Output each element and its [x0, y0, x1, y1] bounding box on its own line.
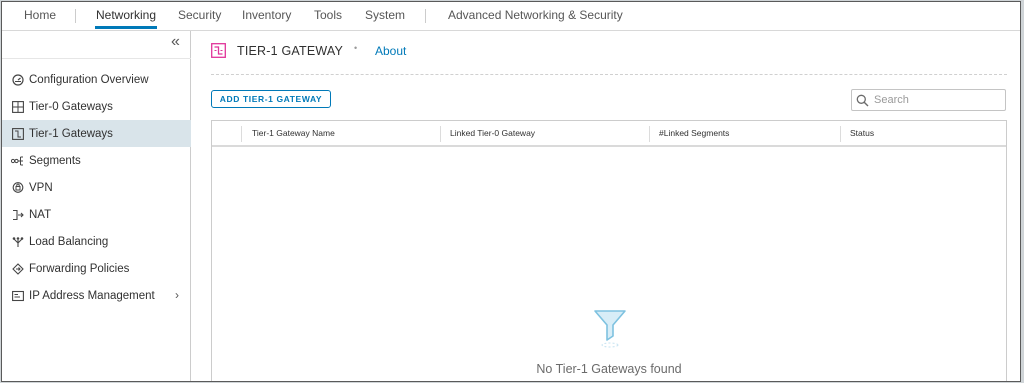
ip-address-icon — [11, 289, 24, 302]
column-separator[interactable] — [440, 126, 441, 142]
chevron-right-icon[interactable]: › — [175, 288, 179, 302]
sidebar-item-forwarding-policies[interactable]: Forwarding Policies — [2, 255, 191, 282]
sidebar-item-label: IP Address Management — [29, 289, 155, 302]
gateways-table: Tier-1 Gateway Name Linked Tier-0 Gatewa… — [211, 120, 1007, 381]
sidebar-item-label: Forwarding Policies — [29, 262, 130, 275]
app-window: Home Networking Security Inventory Tools… — [1, 1, 1021, 382]
forwarding-policies-icon — [11, 262, 24, 275]
tab-tools[interactable]: Tools — [314, 8, 342, 22]
tier1-gateway-header-icon — [211, 43, 226, 58]
top-navigation: Home Networking Security Inventory Tools… — [2, 2, 1020, 31]
page-title: TIER-1 GATEWAY — [237, 44, 344, 58]
column-separator[interactable] — [649, 126, 650, 142]
tab-system[interactable]: System — [365, 8, 405, 22]
column-header-name[interactable]: Tier-1 Gateway Name — [252, 128, 335, 138]
sidebar-item-label: Configuration Overview — [29, 73, 149, 86]
search-box[interactable] — [851, 89, 1006, 111]
column-header-linked-tier0[interactable]: Linked Tier-0 Gateway — [450, 128, 535, 138]
tab-networking[interactable]: Networking — [96, 8, 156, 22]
column-header-status[interactable]: Status — [850, 128, 874, 138]
empty-filter-icon — [593, 308, 627, 348]
segments-icon — [11, 154, 24, 167]
tier0-gateway-icon — [11, 100, 24, 113]
sidebar-item-segments[interactable]: Segments — [2, 147, 191, 174]
sidebar-item-vpn[interactable]: VPN — [2, 174, 191, 201]
sidebar-item-label: Tier-1 Gateways — [29, 127, 113, 140]
title-separator: • — [354, 43, 358, 53]
sidebar-divider — [2, 58, 191, 59]
sidebar-item-ip-address-management[interactable]: IP Address Management › — [2, 282, 191, 309]
column-separator — [241, 126, 242, 142]
sidebar-item-tier1-gateways[interactable]: Tier-1 Gateways — [2, 120, 191, 147]
double-chevron-left-icon[interactable]: « — [171, 34, 180, 50]
table-header: Tier-1 Gateway Name Linked Tier-0 Gatewa… — [212, 121, 1006, 147]
sidebar-item-configuration-overview[interactable]: Configuration Overview — [2, 66, 191, 93]
empty-state-message: No Tier-1 Gateways found — [536, 362, 682, 376]
overview-icon — [11, 73, 24, 86]
nav-separator — [75, 9, 76, 23]
nav-separator — [425, 9, 426, 23]
column-separator[interactable] — [840, 126, 841, 142]
active-tab-indicator — [95, 26, 157, 29]
sidebar-item-label: Segments — [29, 154, 81, 167]
sidebar-item-label: NAT — [29, 208, 52, 221]
nat-icon — [11, 208, 24, 221]
sidebar-item-label: Load Balancing — [29, 235, 109, 248]
sidebar-item-tier0-gateways[interactable]: Tier-0 Gateways — [2, 93, 191, 120]
search-icon — [856, 94, 869, 107]
sidebar-item-label: VPN — [29, 181, 53, 194]
sidebar-item-label: Tier-0 Gateways — [29, 100, 113, 113]
sidebar-item-nat[interactable]: NAT — [2, 201, 191, 228]
add-tier1-gateway-button[interactable]: ADD TIER-1 GATEWAY — [211, 90, 331, 108]
search-input[interactable] — [874, 94, 1002, 106]
tab-security[interactable]: Security — [178, 8, 221, 22]
sidebar-item-load-balancing[interactable]: Load Balancing — [2, 228, 191, 255]
tab-advanced-networking-security[interactable]: Advanced Networking & Security — [448, 8, 623, 22]
header-divider — [211, 74, 1007, 75]
tier1-gateway-icon — [11, 127, 24, 140]
vpn-icon — [11, 181, 24, 194]
tab-inventory[interactable]: Inventory — [242, 8, 291, 22]
tab-home[interactable]: Home — [24, 8, 56, 22]
column-header-linked-segments[interactable]: #Linked Segments — [659, 128, 729, 138]
load-balancing-icon — [11, 235, 24, 248]
sidebar: « Configuration Overview Tier-0 Gateways… — [2, 31, 191, 381]
about-link[interactable]: About — [375, 44, 406, 58]
main-content: TIER-1 GATEWAY • About ADD TIER-1 GATEWA… — [192, 31, 1020, 381]
